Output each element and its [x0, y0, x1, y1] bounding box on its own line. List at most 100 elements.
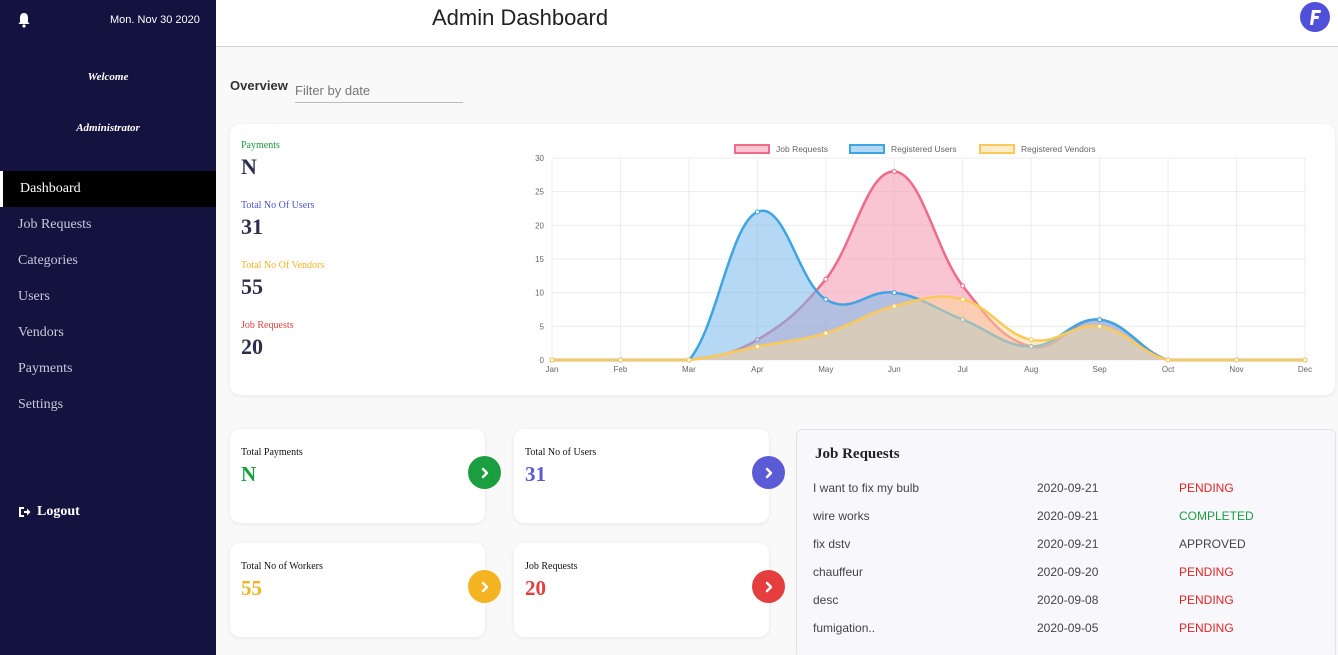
series-point-2 [823, 330, 829, 336]
job-date: 2020-09-08 [1037, 593, 1099, 607]
sidebar: Mon. Nov 30 2020 Welcome Administrator D… [0, 0, 216, 655]
stat-value-job-requests: 20 [241, 334, 263, 359]
card-total-users: Total No of Users 31 [514, 429, 785, 523]
job-row[interactable]: fumigation.. 2020-09-05 PENDING [813, 615, 1323, 643]
x-tick-label: Sep [1093, 365, 1108, 374]
job-description: desc [813, 593, 839, 607]
app-logo[interactable] [1300, 2, 1330, 32]
series-point-1 [891, 290, 897, 296]
date-filter-input[interactable] [295, 72, 463, 103]
panel-title: Job Requests [815, 446, 900, 462]
series-point-1 [754, 209, 760, 215]
series-point-2 [549, 357, 555, 363]
stat-value-payments: N [241, 154, 257, 179]
legend-label: Registered Vendors [1021, 144, 1096, 154]
stat-label-users: Total No Of Users [241, 200, 315, 211]
activity-chart: 0 5 10 15 20 25 30 Jan Feb Mar Apr May Jun Jul Aug Sep O… [535, 144, 1312, 374]
stat-label-vendors: Total No Of Vendors [241, 260, 325, 271]
job-description: fix dstv [813, 537, 851, 551]
sidebar-item-vendors[interactable]: Vendors [0, 315, 216, 351]
sign-out-icon [19, 507, 31, 517]
chevron-right-icon [765, 467, 772, 478]
job-status: PENDING [1179, 481, 1234, 495]
sidebar-item-dashboard[interactable]: Dashboard [0, 171, 216, 207]
job-status: PENDING [1179, 621, 1234, 635]
card-total-workers: Total No of Workers 55 [230, 543, 501, 637]
job-row[interactable]: wire works 2020-09-21 COMPLETED [813, 503, 1323, 531]
series-point-2 [1165, 357, 1171, 363]
logout-button[interactable]: Logout [18, 504, 80, 520]
stat-value-vendors: 55 [241, 274, 263, 299]
x-tick-label: Jun [888, 365, 901, 374]
job-status: PENDING [1179, 565, 1234, 579]
job-row[interactable]: chauffeur 2020-09-20 PENDING [813, 559, 1323, 587]
sidebar-item-settings[interactable]: Settings [0, 387, 216, 423]
job-date: 2020-09-20 [1037, 565, 1099, 579]
stat-value-users: 31 [241, 214, 263, 239]
series-point-2 [754, 344, 760, 350]
y-tick-label: 30 [535, 154, 544, 163]
open-payments-button[interactable] [468, 456, 501, 489]
legend-label: Registered Users [891, 144, 957, 154]
card-label: Job Requests [525, 561, 578, 572]
card-label: Total No of Users [525, 447, 597, 458]
card-total-payments: Total Payments N [230, 429, 501, 523]
series-point-2 [1028, 337, 1034, 343]
series-area-2 [552, 296, 1305, 360]
job-date: 2020-09-21 [1037, 537, 1099, 551]
series-point-2 [1097, 323, 1103, 329]
job-description: chauffeur [813, 565, 863, 579]
job-status: APPROVED [1179, 537, 1246, 551]
x-tick-label: May [818, 365, 833, 374]
series-point-2 [960, 296, 966, 302]
x-tick-label: Apr [751, 365, 764, 374]
job-row[interactable]: I want to fix my bulb 2020-09-21 PENDING [813, 475, 1323, 503]
series-point-2 [686, 357, 692, 363]
x-tick-label: Nov [1229, 365, 1243, 374]
job-date: 2020-09-05 [1037, 621, 1099, 635]
user-name: Administrator [76, 122, 140, 134]
welcome-text: Welcome [87, 71, 129, 83]
card-value: N [241, 462, 257, 486]
legend-swatch [849, 144, 885, 154]
stat-label-payments: Payments [241, 140, 280, 151]
job-description: I want to fix my bulb [813, 481, 920, 495]
sidebar-item-categories[interactable]: Categories [0, 243, 216, 279]
open-job-requests-button[interactable] [752, 570, 785, 603]
series-point-2 [1302, 357, 1308, 363]
x-tick-label: Aug [1024, 365, 1038, 374]
legend-label: Job Requests [776, 144, 828, 154]
open-workers-button[interactable] [468, 570, 501, 603]
series-point-0 [823, 276, 829, 282]
legend-swatch [979, 144, 1015, 154]
card-label: Total No of Workers [241, 561, 323, 572]
logout-label: Logout [37, 504, 80, 519]
series-point-2 [1234, 357, 1240, 363]
top-bar: Admin Dashboard [216, 0, 1338, 47]
x-tick-label: Jan [546, 365, 559, 374]
job-date: 2020-09-21 [1037, 509, 1099, 523]
y-tick-label: 20 [535, 221, 544, 230]
job-row[interactable]: desc 2020-09-08 PENDING [813, 587, 1323, 615]
bell-icon[interactable] [17, 12, 31, 28]
job-requests-panel: Job Requests I want to fix my bulb 2020-… [796, 429, 1336, 655]
sidebar-nav: Dashboard Job Requests Categories Users … [0, 171, 216, 423]
x-tick-label: Feb [614, 365, 628, 374]
card-label: Total Payments [241, 447, 303, 458]
x-tick-label: Mar [682, 365, 696, 374]
sidebar-item-job-requests[interactable]: Job Requests [0, 207, 216, 243]
x-tick-label: Oct [1162, 365, 1175, 374]
sidebar-item-payments[interactable]: Payments [0, 351, 216, 387]
stat-label-job-requests: Job Requests [241, 320, 294, 331]
overview-label: Overview [230, 78, 288, 93]
card-job-requests: Job Requests 20 [514, 543, 785, 637]
series-point-2 [891, 303, 897, 309]
sidebar-item-users[interactable]: Users [0, 279, 216, 315]
y-tick-label: 10 [535, 289, 544, 298]
legend-swatch [734, 144, 770, 154]
job-row[interactable]: fix dstv 2020-09-21 APPROVED [813, 531, 1323, 559]
series-point-0 [891, 168, 897, 174]
chevron-right-icon [765, 581, 772, 592]
open-users-button[interactable] [752, 456, 785, 489]
job-status: COMPLETED [1179, 509, 1254, 523]
